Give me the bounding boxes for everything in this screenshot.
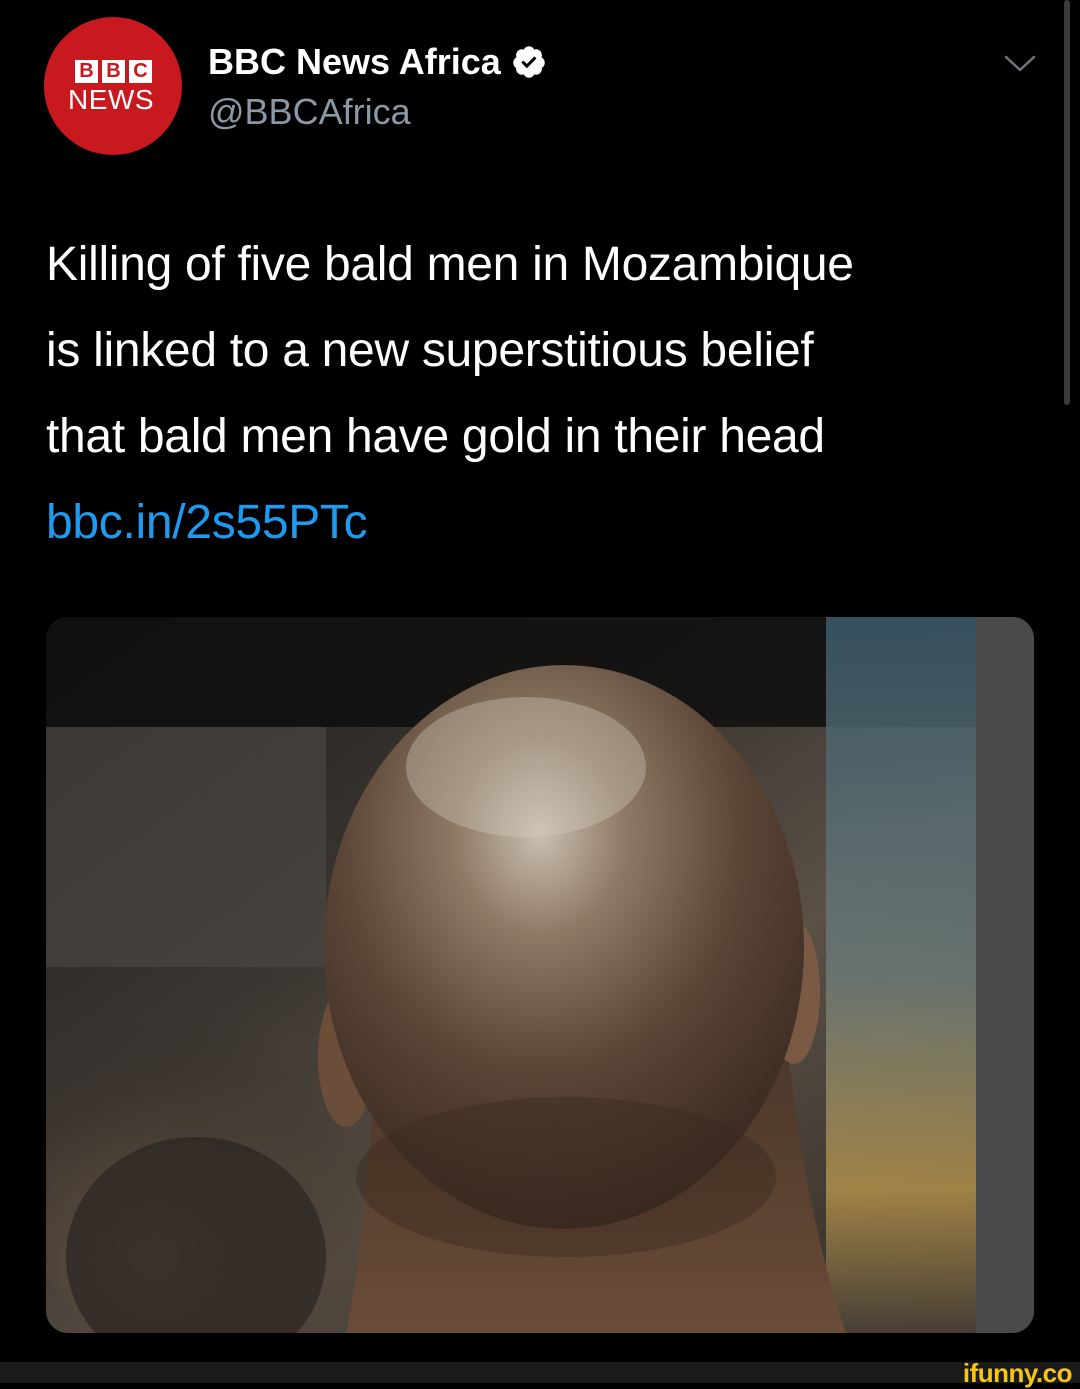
tweet-text: Killing of five bald men in Mozambique i…: [46, 222, 1046, 566]
tweet-text-line: that bald men have gold in their head: [46, 410, 825, 463]
tweet-text-line: Killing of five bald men in Mozambique: [46, 238, 854, 291]
avatar[interactable]: B B C NEWS: [44, 17, 182, 155]
display-name[interactable]: BBC News Africa: [208, 40, 501, 84]
bbc-logo-blocks: B B C: [75, 60, 152, 83]
bbc-logo-block: C: [129, 60, 152, 83]
author-handle[interactable]: @BBCAfrica: [208, 90, 411, 134]
tweet-card: B B C NEWS BBC News Africa @BBCAfrica Ki…: [0, 0, 1080, 1362]
tweet-link[interactable]: bbc.in/2s55PTc: [46, 480, 1046, 566]
bbc-logo-news-text: NEWS: [68, 84, 154, 115]
footer-strip: [0, 1362, 1080, 1383]
verified-badge-icon: [511, 44, 547, 80]
bbc-logo-block: B: [75, 60, 98, 83]
tweet-text-line: is linked to a new superstitious belief: [46, 324, 814, 377]
tweet-media-photo[interactable]: [46, 617, 1034, 1333]
chevron-down-icon[interactable]: [1000, 48, 1040, 78]
photo-illustration: [46, 617, 1034, 1333]
scrollbar[interactable]: [1064, 0, 1070, 405]
bbc-logo-block: B: [102, 60, 125, 83]
author-name-row: BBC News Africa: [208, 40, 547, 84]
watermark: ifunny.co: [962, 1358, 1073, 1388]
